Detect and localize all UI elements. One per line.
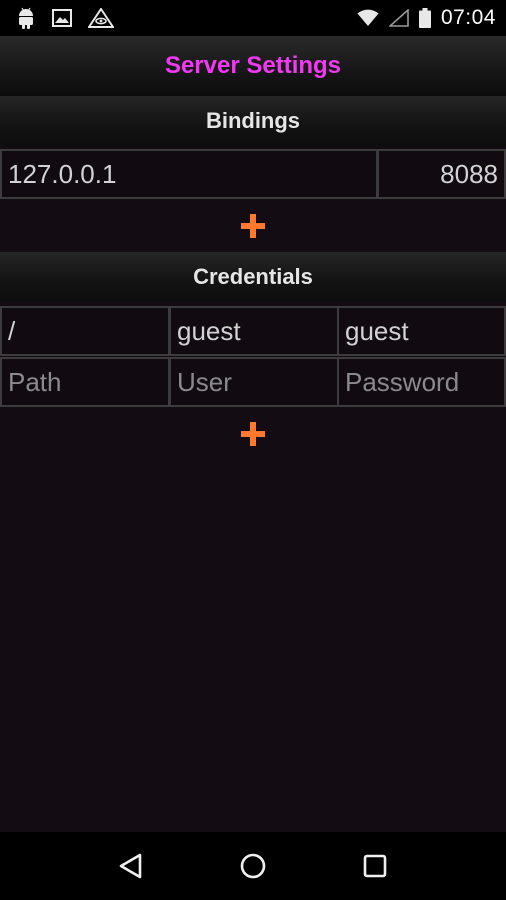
page-title: Server Settings [164,52,342,79]
credentials-section-header: Credentials [0,252,506,302]
back-icon [119,853,142,879]
recents-icon [363,854,387,878]
status-left [16,7,114,29]
add-credential-button[interactable] [233,414,273,454]
new-path-field[interactable]: Path [0,357,170,407]
home-button[interactable] [231,844,275,888]
app-header: Server Settings [0,36,506,96]
add-binding-button[interactable] [233,206,273,246]
warning-icon [88,8,114,28]
back-button[interactable] [109,844,153,888]
battery-icon [418,8,431,28]
status-time: 07:04 [440,6,496,29]
credentials-title: Credentials [193,264,313,289]
new-password-field[interactable]: Password [337,357,506,407]
plus-icon [241,422,265,446]
binding-address-field[interactable]: 127.0.0.1 [0,149,378,199]
status-right: 07:04 [357,6,496,30]
navigation-bar [0,832,506,900]
android-icon [16,7,36,29]
wifi-icon [357,9,379,27]
new-user-field[interactable]: User [169,357,339,407]
bindings-section-header: Bindings [0,96,506,146]
status-bar: 07:04 [0,0,506,36]
plus-icon [241,214,265,238]
signal-icon [388,9,409,27]
image-icon [52,9,72,27]
screen: 07:04 Server Settings Bindings 127.0.0.1… [0,0,506,900]
credential-path-field[interactable]: / [0,306,170,356]
home-icon [240,853,266,879]
recents-button[interactable] [353,844,397,888]
credential-password-field[interactable]: guest [337,306,506,356]
binding-port-field[interactable]: 8088 [377,149,506,199]
credential-user-field[interactable]: guest [169,306,339,356]
bindings-title: Bindings [205,108,301,133]
